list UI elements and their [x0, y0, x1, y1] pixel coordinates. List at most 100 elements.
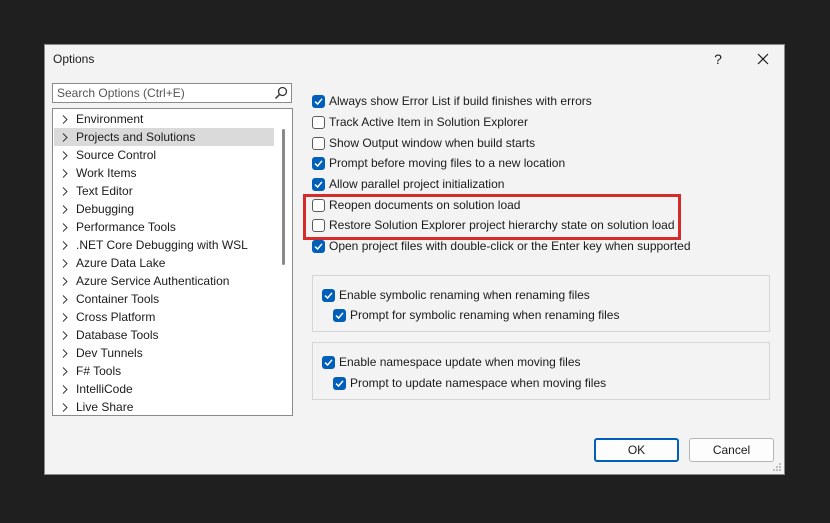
checkbox[interactable] — [322, 355, 335, 369]
tree-item-label: Dev Tunnels — [76, 346, 143, 360]
tree-item-label: Container Tools — [76, 292, 160, 306]
chevron-right-icon[interactable] — [54, 330, 76, 340]
enable-symbolic-renaming-option[interactable]: Enable symbolic renaming when renaming f… — [322, 287, 590, 303]
close-icon — [757, 53, 769, 65]
option-label: Enable namespace update when moving file… — [339, 355, 581, 369]
option-row[interactable]: Allow parallel project initialization — [312, 176, 504, 192]
options-tree[interactable]: Environment Projects and Solutions Source … — [52, 108, 293, 416]
tree-item[interactable]: Text Editor — [54, 182, 274, 200]
checkbox[interactable] — [333, 376, 346, 390]
tree-item-label: Performance Tools — [76, 220, 176, 234]
chevron-right-icon[interactable] — [54, 204, 76, 214]
tree-item[interactable]: Database Tools — [54, 326, 274, 344]
chevron-right-icon[interactable] — [54, 132, 76, 142]
checkbox[interactable] — [312, 136, 325, 150]
chevron-right-icon[interactable] — [54, 366, 76, 376]
tree-item[interactable]: .NET Core Debugging with WSL — [54, 236, 274, 254]
tree-item-label: Azure Data Lake — [76, 256, 166, 270]
chevron-right-icon[interactable] — [54, 222, 76, 232]
cancel-button[interactable]: Cancel — [689, 438, 774, 462]
tree-item-label: Source Control — [76, 148, 157, 162]
tree-item[interactable]: Source Control — [54, 146, 274, 164]
checkmark-icon — [335, 311, 344, 319]
tree-item-label: IntelliCode — [76, 382, 133, 396]
tree-item[interactable]: Cross Platform — [54, 308, 274, 326]
tree-item[interactable]: Azure Data Lake — [54, 254, 274, 272]
checkbox[interactable] — [312, 156, 325, 170]
checkmark-icon — [314, 159, 323, 167]
enable-namespace-update-option[interactable]: Enable namespace update when moving file… — [322, 354, 581, 370]
chevron-right-icon[interactable] — [54, 168, 76, 178]
dialog-title: Options — [53, 52, 95, 66]
option-label: Track Active Item in Solution Explorer — [329, 115, 528, 129]
tree-item[interactable]: F# Tools — [54, 362, 274, 380]
tree-item-label: Work Items — [76, 166, 137, 180]
checkbox[interactable] — [333, 308, 346, 322]
chevron-right-icon[interactable] — [54, 402, 76, 412]
option-row[interactable]: Always show Error List if build finishes… — [312, 93, 592, 109]
tree-item-label: Debugging — [76, 202, 135, 216]
option-label: Always show Error List if build finishes… — [329, 94, 592, 108]
checkbox[interactable] — [322, 288, 335, 302]
tree-item[interactable]: Environment — [54, 110, 274, 128]
checkmark-icon — [324, 291, 333, 299]
highlight-annotation-box — [303, 194, 681, 240]
option-row[interactable]: Open project files with double-click or … — [312, 238, 691, 254]
namespace-update-group: Enable namespace update when moving file… — [312, 342, 770, 400]
option-label: Prompt for symbolic renaming when renami… — [350, 308, 620, 322]
tree-item-label: Environment — [76, 112, 144, 126]
tree-item[interactable]: Dev Tunnels — [54, 344, 274, 362]
chevron-right-icon[interactable] — [54, 114, 76, 124]
tree-item-label: Projects and Solutions — [76, 130, 196, 144]
chevron-right-icon[interactable] — [54, 294, 76, 304]
help-button[interactable]: ? — [703, 48, 733, 70]
tree-item[interactable]: Projects and Solutions — [54, 128, 274, 146]
option-label: Allow parallel project initialization — [329, 177, 505, 191]
tree-item[interactable]: Container Tools — [54, 290, 274, 308]
option-label: Prompt to update namespace when moving f… — [350, 376, 607, 390]
search-input[interactable] — [57, 85, 267, 101]
tree-item-label: Cross Platform — [76, 310, 156, 324]
search-icon[interactable] — [274, 86, 288, 100]
option-row[interactable]: Prompt before moving files to a new loca… — [312, 155, 565, 171]
tree-item[interactable]: Performance Tools — [54, 218, 274, 236]
option-label: Enable symbolic renaming when renaming f… — [339, 288, 590, 302]
tree-item[interactable]: Azure Service Authentication — [54, 272, 274, 290]
tree-item-label: F# Tools — [76, 364, 122, 378]
chevron-right-icon[interactable] — [54, 276, 76, 286]
option-row[interactable]: Show Output window when build starts — [312, 135, 535, 151]
ok-button[interactable]: OK — [594, 438, 679, 462]
checkmark-icon — [314, 97, 323, 105]
resize-grip-icon[interactable] — [772, 462, 782, 472]
option-label: Show Output window when build starts — [329, 136, 536, 150]
checkbox[interactable] — [312, 94, 325, 108]
chevron-right-icon[interactable] — [54, 150, 76, 160]
search-box[interactable] — [52, 83, 292, 103]
checkbox[interactable] — [312, 115, 325, 129]
tree-scrollbar[interactable] — [282, 129, 285, 265]
chevron-right-icon[interactable] — [54, 258, 76, 268]
prompt-symbolic-renaming-option[interactable]: Prompt for symbolic renaming when renami… — [333, 307, 619, 323]
option-label: Prompt before moving files to a new loca… — [329, 156, 566, 170]
chevron-right-icon[interactable] — [54, 240, 76, 250]
checkmark-icon — [335, 379, 344, 387]
checkbox[interactable] — [312, 177, 325, 191]
tree-item[interactable]: Live Share — [54, 398, 274, 415]
checkmark-icon — [324, 358, 333, 366]
tree-item[interactable]: IntelliCode — [54, 380, 274, 398]
chevron-right-icon[interactable] — [54, 186, 76, 196]
close-button[interactable] — [748, 48, 778, 70]
symbolic-renaming-group: Enable symbolic renaming when renaming f… — [312, 275, 770, 332]
checkmark-icon — [314, 242, 323, 250]
tree-item[interactable]: Debugging — [54, 200, 274, 218]
tree-item[interactable]: Work Items — [54, 164, 274, 182]
tree-item-label: Azure Service Authentication — [76, 274, 230, 288]
option-row[interactable]: Track Active Item in Solution Explorer — [312, 114, 528, 130]
tree-item-label: Database Tools — [76, 328, 159, 342]
checkbox[interactable] — [312, 239, 325, 253]
tree-item-label: .NET Core Debugging with WSL — [76, 238, 248, 252]
chevron-right-icon[interactable] — [54, 384, 76, 394]
chevron-right-icon[interactable] — [54, 348, 76, 358]
chevron-right-icon[interactable] — [54, 312, 76, 322]
prompt-namespace-update-option[interactable]: Prompt to update namespace when moving f… — [333, 375, 606, 391]
